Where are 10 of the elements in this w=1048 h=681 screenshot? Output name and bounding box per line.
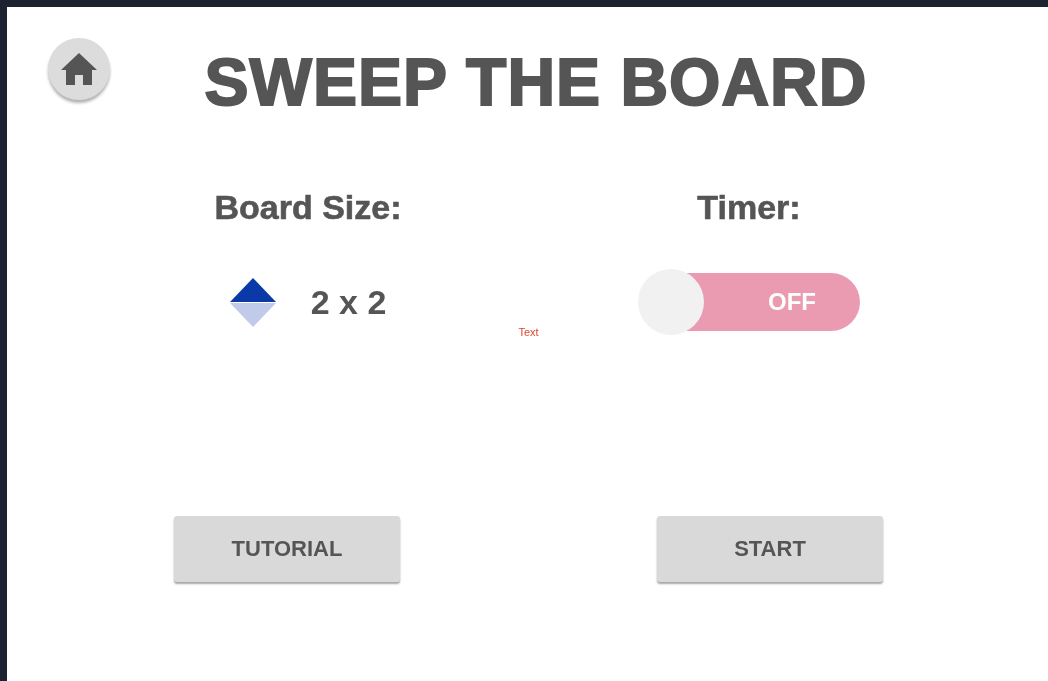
text-label: Text — [518, 326, 539, 338]
board-size-label: Board Size: — [214, 188, 402, 226]
home-button[interactable] — [48, 38, 110, 100]
up-arrow[interactable] — [229, 277, 276, 302]
start-button[interactable]: START — [657, 516, 883, 582]
home-icon — [60, 52, 98, 86]
board-size-value: 2 x 2 — [310, 282, 387, 322]
app-title: SWEEP THE BOARD — [204, 44, 868, 121]
timer-label: Timer: — [697, 188, 801, 226]
tutorial-button[interactable]: TUTORIAL — [174, 516, 400, 582]
